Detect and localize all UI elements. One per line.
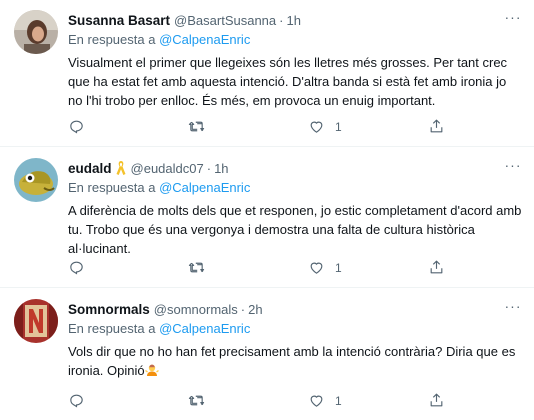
timestamp[interactable]: 2h [248,302,262,317]
like-button[interactable]: 1 [308,392,428,409]
share-icon [430,260,443,274]
mention-link[interactable]: @CalpenaEnric [159,321,250,336]
reply-context: En respuesta a @CalpenaEnric [68,321,522,339]
retweet-button[interactable] [188,259,308,276]
display-name[interactable]: Somnormals [68,302,150,317]
share-icon [430,393,443,407]
retweet-button[interactable] [188,392,308,409]
yellow-ribbon-icon [116,161,126,175]
retweet-icon [188,262,205,273]
timestamp[interactable]: 1h [286,13,300,28]
tweet-text-container: Vols dir que no ho han fet precisament a… [68,342,522,380]
more-icon[interactable]: ··· [504,299,522,315]
separator-dot: · [206,160,212,176]
avatar[interactable] [14,10,58,54]
reply-prefix: En respuesta a [68,321,156,336]
retweet-icon [188,121,205,132]
like-button[interactable]: 1 [308,259,428,276]
like-button[interactable]: 1 [308,118,428,135]
display-name[interactable]: eudald [68,161,112,176]
reply-prefix: En respuesta a [68,32,156,47]
reply-context: En respuesta a @CalpenaEnric [68,32,522,50]
tweet[interactable]: eudald @eudaldc07 · 1h ··· En respuesta … [0,148,534,288]
tweet[interactable]: Somnormals @somnormals · 2h ··· En respu… [0,289,534,420]
timestamp[interactable]: 1h [214,161,228,176]
like-icon [310,121,323,133]
separator-dot: · [240,301,246,317]
reply-context: En respuesta a @CalpenaEnric [68,180,522,198]
tweet-text: A diferència de molts dels que et respon… [68,203,522,256]
reply-button[interactable] [68,118,188,135]
separator-dot: · [279,12,284,28]
like-count: 1 [335,260,342,275]
mention-link[interactable]: @CalpenaEnric [159,180,250,195]
reply-icon [70,120,83,134]
like-icon [310,395,323,407]
user-handle[interactable]: @BasartSusanna [174,13,276,28]
share-button[interactable] [428,118,488,135]
tweet-text: Vols dir que no ho han fet precisament a… [68,344,516,378]
tweet-actions: 1 [68,259,488,276]
user-handle[interactable]: @somnormals [154,302,238,317]
reply-button[interactable] [68,392,188,409]
tweet[interactable]: Susanna Basart @BasartSusanna · 1h ··· E… [0,0,534,147]
user-handle[interactable]: @eudaldc07 [131,161,204,176]
more-icon[interactable]: ··· [504,10,522,26]
reply-prefix: En respuesta a [68,180,156,195]
tweet-actions: 1 [68,118,488,135]
like-icon [310,262,323,274]
share-button[interactable] [428,392,488,409]
display-name[interactable]: Susanna Basart [68,13,170,28]
avatar[interactable] [14,299,58,343]
share-button[interactable] [428,259,488,276]
tweet-text: Visualment el primer que llegeixes són l… [68,55,508,108]
avatar[interactable] [14,158,58,202]
share-icon [430,119,443,133]
shrug-emoji-icon [144,364,159,376]
like-count: 1 [335,119,342,134]
reply-icon [70,394,83,408]
more-icon[interactable]: ··· [504,158,522,174]
like-count: 1 [335,393,342,408]
tweet-actions: 1 [68,392,488,409]
reply-icon [70,261,83,275]
retweet-button[interactable] [188,118,308,135]
retweet-icon [188,395,205,406]
mention-link[interactable]: @CalpenaEnric [159,32,250,47]
reply-button[interactable] [68,259,188,276]
